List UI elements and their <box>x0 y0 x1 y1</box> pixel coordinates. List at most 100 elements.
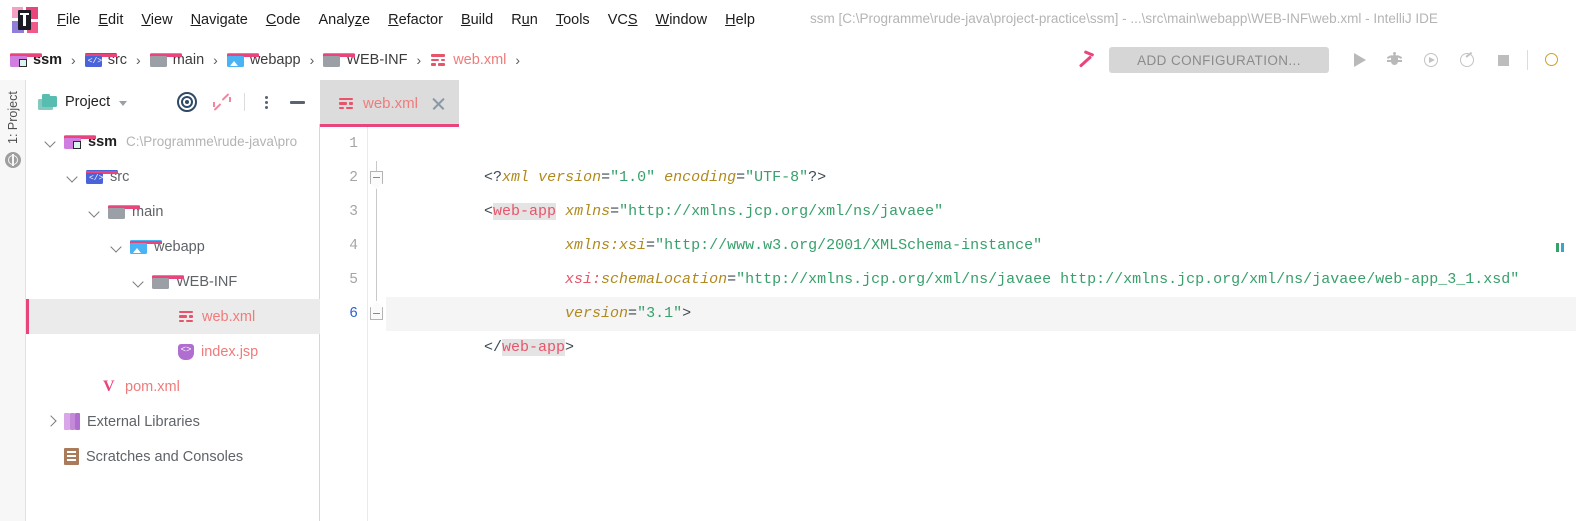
breadcrumb: ssm › </> src › main › webapp › WEB-INF … <box>0 52 529 68</box>
menu-item-build[interactable]: Build <box>452 9 502 31</box>
breadcrumb-item-web-inf[interactable]: WEB-INF <box>323 52 408 68</box>
search-everywhere-icon[interactable] <box>1539 47 1565 73</box>
editor-tab-label: web.xml <box>363 95 419 112</box>
toolbar-divider <box>1527 50 1528 70</box>
tree-twisty-icon[interactable] <box>88 205 101 218</box>
code-lines[interactable]: <?xml version="1.0" encoding="UTF-8"?> <… <box>386 127 1576 521</box>
tree-twisty-icon[interactable] <box>110 240 123 253</box>
folder-icon <box>323 53 356 67</box>
menu-item-window[interactable]: Window <box>647 9 717 31</box>
menu-item-view[interactable]: View <box>132 9 181 31</box>
editor-tab-web-xml[interactable]: web.xml <box>320 80 460 127</box>
editor-fold-column[interactable] <box>368 127 386 521</box>
breadcrumb-item-webapp[interactable]: webapp <box>226 52 301 68</box>
code-token: > <box>565 339 575 356</box>
tree-twisty-icon[interactable] <box>132 275 145 288</box>
close-icon[interactable] <box>432 97 445 110</box>
run-with-coverage-icon[interactable] <box>1418 47 1444 73</box>
menu-items: File Edit View Navigate Code Analyze Ref… <box>48 9 764 31</box>
code-token: = <box>610 203 620 220</box>
scratches-icon <box>64 448 79 465</box>
tree-item-label: External Libraries <box>87 413 200 430</box>
run-icon[interactable] <box>1346 47 1372 73</box>
tree-row[interactable]: WEB-INF <box>26 264 320 299</box>
breadcrumb-item-web-xml[interactable]: web.xml <box>430 52 506 68</box>
menu-item-file[interactable]: File <box>48 9 89 31</box>
breadcrumb-item-ssm[interactable]: ssm <box>10 52 62 68</box>
source-folder-icon: </> <box>86 169 118 184</box>
editor-gutter[interactable]: 1 2 3 4 5 6 <box>320 127 368 521</box>
menu-item-code[interactable]: Code <box>257 9 310 31</box>
code-token-namespace: xsi: <box>565 271 602 288</box>
menu-item-vcs[interactable]: VCS <box>599 9 647 31</box>
panel-divider <box>244 93 245 111</box>
code-token: "UTF-8" <box>745 169 809 186</box>
breadcrumb-label: web.xml <box>453 52 507 68</box>
select-opened-file-icon[interactable] <box>177 92 197 112</box>
profiler-icon[interactable] <box>1454 47 1480 73</box>
navigation-bar: ssm › </> src › main › webapp › WEB-INF … <box>0 40 1576 80</box>
tree-item-path: C:\Programme\rude-java\pro <box>126 134 298 149</box>
chevron-down-icon[interactable] <box>119 100 128 106</box>
module-folder-icon <box>64 134 96 149</box>
tree-row[interactable]: webapp <box>26 229 320 264</box>
tree-row[interactable]: main <box>26 194 320 229</box>
code-token-tag: web-app <box>493 203 557 220</box>
menu-item-help[interactable]: Help <box>716 9 764 31</box>
breadcrumb-separator: › <box>136 52 141 68</box>
breadcrumb-label: WEB-INF <box>346 52 408 68</box>
menu-item-tools[interactable]: Tools <box>547 9 599 31</box>
menu-item-navigate[interactable]: Navigate <box>182 9 257 31</box>
tree-row[interactable]: </> src <box>26 159 320 194</box>
tree-item-label: pom.xml <box>125 378 180 395</box>
intellij-idea-logo-icon <box>12 7 38 33</box>
code-token: version <box>565 305 629 322</box>
tree-row-scratches[interactable]: Scratches and Consoles <box>26 439 320 474</box>
tree-twisty-icon[interactable] <box>66 170 79 183</box>
editor-marker-stripe[interactable] <box>1556 243 1566 252</box>
tree-row-web-xml[interactable]: web.xml <box>26 299 320 334</box>
collapse-all-icon[interactable] <box>213 93 231 111</box>
build-hammer-icon[interactable] <box>1075 49 1097 71</box>
folder-icon <box>149 53 182 67</box>
menu-item-run[interactable]: Run <box>502 9 547 31</box>
add-configuration-button[interactable]: ADD CONFIGURATION... <box>1109 47 1329 73</box>
libraries-icon <box>64 413 80 430</box>
structure-icon[interactable] <box>5 152 21 168</box>
menu-item-refactor[interactable]: Refactor <box>379 9 452 31</box>
editor-area: web.xml 1 2 3 4 5 6 <?xml version="1.0" <box>320 80 1576 521</box>
tree-twisty-icon[interactable] <box>44 415 57 428</box>
project-panel-title: Project <box>65 94 111 110</box>
code-token: > <box>682 305 692 322</box>
stop-icon[interactable] <box>1490 47 1516 73</box>
breadcrumb-separator: › <box>213 52 218 68</box>
menu-item-analyze[interactable]: Analyze <box>310 9 380 31</box>
folder-icon <box>152 274 184 289</box>
tree-twisty-icon[interactable] <box>44 135 57 148</box>
fold-marker-expanded-icon[interactable] <box>370 171 383 184</box>
breadcrumb-item-src[interactable]: </> src <box>84 52 127 68</box>
tool-window-button-project[interactable]: 1: Project <box>6 74 20 144</box>
tree-row-external-libraries[interactable]: External Libraries <box>26 404 320 439</box>
tree-row[interactable]: ssm C:\Programme\rude-java\pro <box>26 124 320 159</box>
tree-item-label: Scratches and Consoles <box>86 448 244 465</box>
code-token: "http://www.w3.org/2001/XMLSchema-instan… <box>655 237 1043 254</box>
tree-item-label: WEB-INF <box>176 273 238 290</box>
tree-row-pom-xml[interactable]: V pom.xml <box>26 369 320 404</box>
code-token: < <box>484 203 494 220</box>
line-number: 2 <box>349 170 358 186</box>
debug-icon[interactable] <box>1382 47 1408 73</box>
menu-item-edit[interactable]: Edit <box>89 9 132 31</box>
options-menu-icon[interactable] <box>257 93 275 111</box>
hide-panel-icon[interactable] <box>289 93 307 111</box>
code-token: xmlns:xsi <box>565 237 647 254</box>
code-editor[interactable]: 1 2 3 4 5 6 <?xml version="1.0" encoding… <box>320 127 1576 521</box>
fold-marker-end-icon[interactable] <box>370 307 383 320</box>
web-folder-icon <box>130 239 162 254</box>
web-folder-icon <box>226 53 259 67</box>
tree-row-index-jsp[interactable]: <> index.jsp <box>26 334 320 369</box>
breadcrumb-item-main[interactable]: main <box>149 52 204 68</box>
